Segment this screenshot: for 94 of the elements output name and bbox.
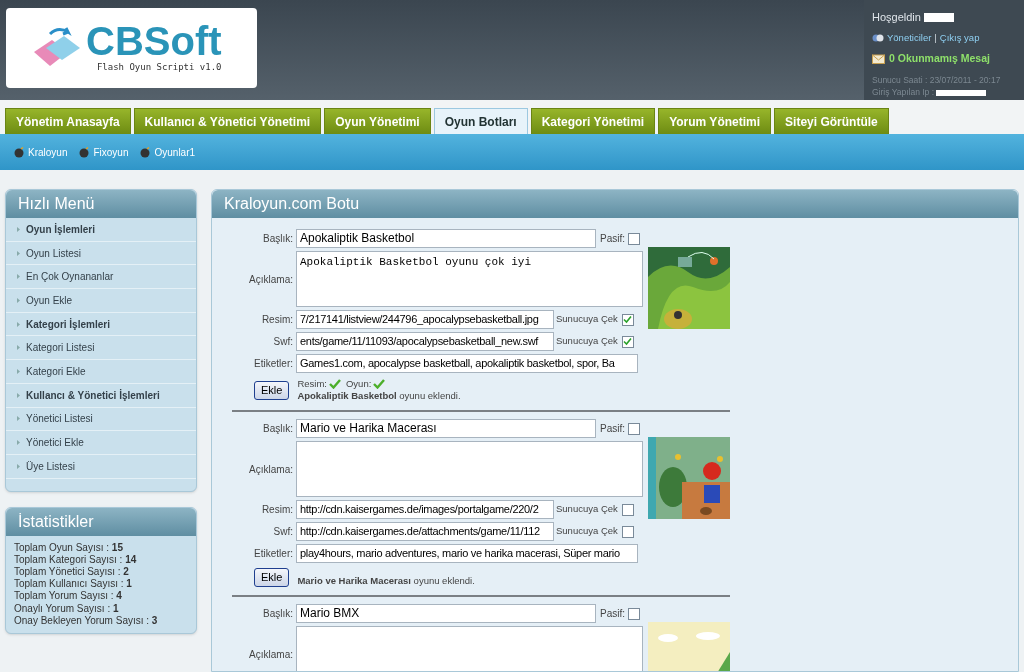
field-label: Resim: — [260, 503, 294, 517]
field-label: Pasif: — [600, 232, 625, 246]
image-url-field[interactable]: http://cdn.kaisergames.de/images/portalgame/220/2 — [296, 500, 554, 519]
bullet-icon — [17, 274, 20, 280]
field-label: Açıklama: — [248, 647, 294, 662]
logo-text: CBSoft — [86, 21, 222, 62]
menu-item[interactable]: Oyun İşlemleri — [6, 218, 196, 242]
field-label: Etiketler: — [253, 547, 294, 561]
stat-row-text: Toplam Kategori Sayısı : 14 — [14, 553, 138, 566]
stat-row-text: Toplam Oyun Sayısı : 15 — [14, 541, 124, 554]
nav-tab[interactable]: Oyun Botları — [433, 108, 528, 134]
title-field[interactable]: Mario BMX — [296, 604, 596, 623]
checkbox[interactable] — [621, 503, 634, 516]
stat-row-text: Onaylı Yorum Sayısı : 1 — [14, 602, 120, 615]
checkbox[interactable] — [628, 607, 640, 620]
tags-field[interactable]: play4hours, mario adventures, mario ve harika macerasi, Süper mario — [296, 544, 638, 563]
header-link[interactable]: Yöneticiler — [887, 30, 932, 45]
stat-row-text: Toplam Kullanıcı Sayısı : 1 — [14, 578, 133, 591]
field-label: Başlık: — [262, 607, 294, 621]
bomb-icon — [79, 146, 91, 158]
menu-item[interactable]: Kategori Listesi — [6, 336, 196, 361]
field-label: Açıklama: — [248, 462, 294, 477]
bullet-icon — [17, 463, 20, 469]
field-label: Sunucuya Çek — [556, 502, 618, 517]
redacted-box — [923, 12, 954, 22]
checkbox[interactable] — [621, 313, 634, 326]
menu-item[interactable]: Yönetici Ekle — [6, 431, 196, 455]
menu-item[interactable]: Üye Listesi — [6, 454, 196, 479]
checkmark-icon — [328, 379, 341, 389]
bullet-icon — [17, 250, 20, 256]
add-button[interactable]: Ekle — [254, 568, 290, 587]
panel-title: İstatistikler — [6, 507, 196, 536]
status-label: Oyun: — [345, 378, 372, 390]
description-field[interactable] — [296, 441, 643, 497]
field-label: Sunucuya Çek — [556, 334, 618, 349]
bullet-icon — [17, 297, 20, 303]
redacted-box — [936, 89, 987, 96]
field-label: Pasif: — [600, 422, 625, 436]
menu-item[interactable]: Yönetici Listesi — [6, 407, 196, 432]
field-label: Sunucuya Çek — [556, 524, 618, 539]
bullet-icon — [17, 392, 20, 398]
tags-field[interactable]: Games1.com, apocalypse basketball, apokaliptik basketbol, spor, Ba — [296, 354, 638, 373]
panel-title: Hızlı Menü — [6, 190, 196, 218]
field-label: Swf: — [272, 525, 294, 539]
field-label: Swf: — [272, 335, 294, 349]
title-field[interactable]: Mario ve Harika Macerası — [296, 419, 596, 438]
unread-messages[interactable]: 0 Okunmamış Mesaj — [889, 50, 990, 67]
separator: | — [934, 30, 937, 45]
title-field[interactable]: Apokaliptik Basketbol — [296, 229, 596, 248]
description-field[interactable]: Apokaliptik Basketbol oyunu çok iyi — [296, 251, 643, 307]
field-label: Başlık: — [262, 232, 294, 246]
field-label: Sunucuya Çek — [556, 312, 618, 327]
status-message: Apokaliptik Basketbol oyunu eklendi. — [297, 390, 461, 402]
checkbox[interactable] — [628, 422, 640, 435]
bullet-icon — [17, 345, 20, 351]
greeting: Hoşgeldin — [872, 10, 921, 25]
status-message: Mario ve Harika Macerası oyunu eklendi. — [297, 573, 475, 587]
logo[interactable]: CBSoft Flash Oyun Scripti v1.0 — [6, 8, 257, 88]
stat-row-text: Toplam Yorum Sayısı : 4 — [14, 590, 123, 603]
bomb-icon — [140, 146, 152, 158]
field-label: Resim: — [260, 313, 294, 327]
swf-url-field[interactable]: ents/game/11/11093/apocalypsebasketball_new.swf — [296, 332, 554, 351]
menu-item[interactable]: Kategori Ekle — [6, 360, 196, 384]
field-label: Başlık: — [262, 422, 294, 436]
menu-item[interactable]: En Çok Oynananlar — [6, 265, 196, 290]
menu-item[interactable]: Kategori İşlemleri — [6, 312, 196, 337]
bullet-icon — [17, 321, 20, 327]
checkmark-icon — [373, 379, 386, 389]
checkbox[interactable] — [628, 232, 640, 245]
field-label: Açıklama: — [248, 272, 294, 287]
bomb-icon — [14, 146, 25, 158]
add-button[interactable]: Ekle — [254, 380, 290, 400]
field-label: Etiketler: — [253, 357, 294, 371]
bullet-icon — [17, 368, 20, 374]
bullet-icon — [17, 416, 20, 422]
image-url-field[interactable]: 7/217141/listview/244796_apocalypsebasketball.jpg — [296, 310, 554, 329]
logo-subtitle: Flash Oyun Scripti v1.0 — [96, 61, 222, 75]
menu-item[interactable]: Oyun Ekle — [6, 289, 196, 313]
checkbox[interactable] — [621, 335, 634, 348]
users-icon — [872, 32, 884, 43]
envelope-icon — [872, 53, 885, 65]
bullet-icon — [17, 440, 20, 446]
menu-item[interactable]: Kullancı & Yönetici İşlemleri — [6, 383, 196, 408]
checkbox[interactable] — [621, 525, 634, 538]
field-label: Pasif: — [600, 607, 625, 621]
stat-row-text: Onay Bekleyen Yorum Sayısı : 3 — [14, 614, 159, 627]
stat-row-text: Toplam Yönetici Sayısı : 2 — [14, 565, 130, 579]
description-field[interactable] — [296, 626, 643, 671]
menu-item[interactable]: Oyun Listesi — [6, 241, 196, 266]
bullet-icon — [17, 226, 20, 232]
panel-title: Kraloyun.com Botu — [212, 190, 1018, 218]
swf-url-field[interactable]: http://cdn.kaisergames.de/attachments/game/11/112 — [296, 522, 554, 541]
header-link[interactable]: Çıkış yap — [939, 30, 980, 45]
status-label: Resim: — [297, 378, 327, 390]
